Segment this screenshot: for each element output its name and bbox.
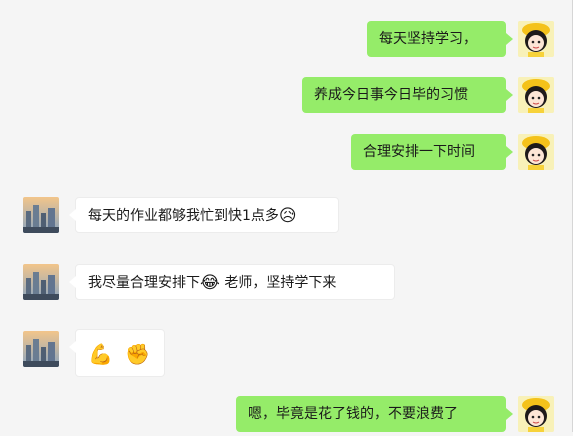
- message-text: 每天坚持学习，: [379, 31, 477, 47]
- message-text: 我尽量合理安排下: [88, 275, 200, 291]
- city-skyline-avatar-icon[interactable]: [23, 331, 59, 367]
- message-text: 老师，坚持学下来: [219, 275, 337, 291]
- cartoon-girl-avatar-icon[interactable]: [518, 396, 554, 432]
- message-bubble[interactable]: 我尽量合理安排下😂 老师，坚持学下来: [69, 264, 395, 300]
- message-bubble[interactable]: 每天的作业都够我忙到快1点多😥: [69, 197, 339, 233]
- message-row: 养成今日事今日毕的习惯: [0, 73, 573, 117]
- message-row: 每天的作业都够我忙到快1点多😥: [0, 193, 573, 237]
- message-row: 💪 ✊: [0, 327, 573, 377]
- message-text: 嗯，毕竟是花了钱的，不要浪费了: [248, 406, 458, 422]
- message-text: 养成今日事今日毕的习惯: [314, 87, 468, 103]
- flexed-biceps-emoji-icon: 💪: [88, 342, 113, 366]
- message-bubble[interactable]: 💪 ✊: [69, 329, 165, 377]
- message-text: 每天的作业都够我忙到快1点多: [88, 208, 279, 224]
- cartoon-girl-avatar-icon[interactable]: [518, 134, 554, 170]
- sweat-face-emoji-icon: 😥: [278, 205, 297, 226]
- chat-panel: 每天坚持学习， 养成今日事今日毕的习惯 合理安排一下时间 每天的作业都够我忙到快…: [0, 0, 573, 432]
- tears-of-joy-emoji-icon: 😂: [200, 272, 220, 293]
- cartoon-girl-avatar-icon[interactable]: [518, 77, 554, 113]
- message-row: 嗯，毕竟是花了钱的，不要浪费了: [0, 392, 573, 436]
- city-skyline-avatar-icon[interactable]: [23, 197, 59, 233]
- raised-fist-emoji-icon: ✊: [125, 342, 151, 366]
- cartoon-girl-avatar-icon[interactable]: [518, 21, 554, 57]
- message-bubble[interactable]: 嗯，毕竟是花了钱的，不要浪费了: [236, 396, 513, 432]
- message-bubble[interactable]: 养成今日事今日毕的习惯: [302, 77, 513, 113]
- city-skyline-avatar-icon[interactable]: [23, 264, 59, 300]
- message-row: 合理安排一下时间: [0, 130, 573, 174]
- message-row: 我尽量合理安排下😂 老师，坚持学下来: [0, 260, 573, 304]
- message-text: 合理安排一下时间: [363, 144, 475, 160]
- message-row: 每天坚持学习，: [0, 17, 573, 61]
- message-bubble[interactable]: 合理安排一下时间: [351, 134, 513, 170]
- message-bubble[interactable]: 每天坚持学习，: [367, 21, 513, 57]
